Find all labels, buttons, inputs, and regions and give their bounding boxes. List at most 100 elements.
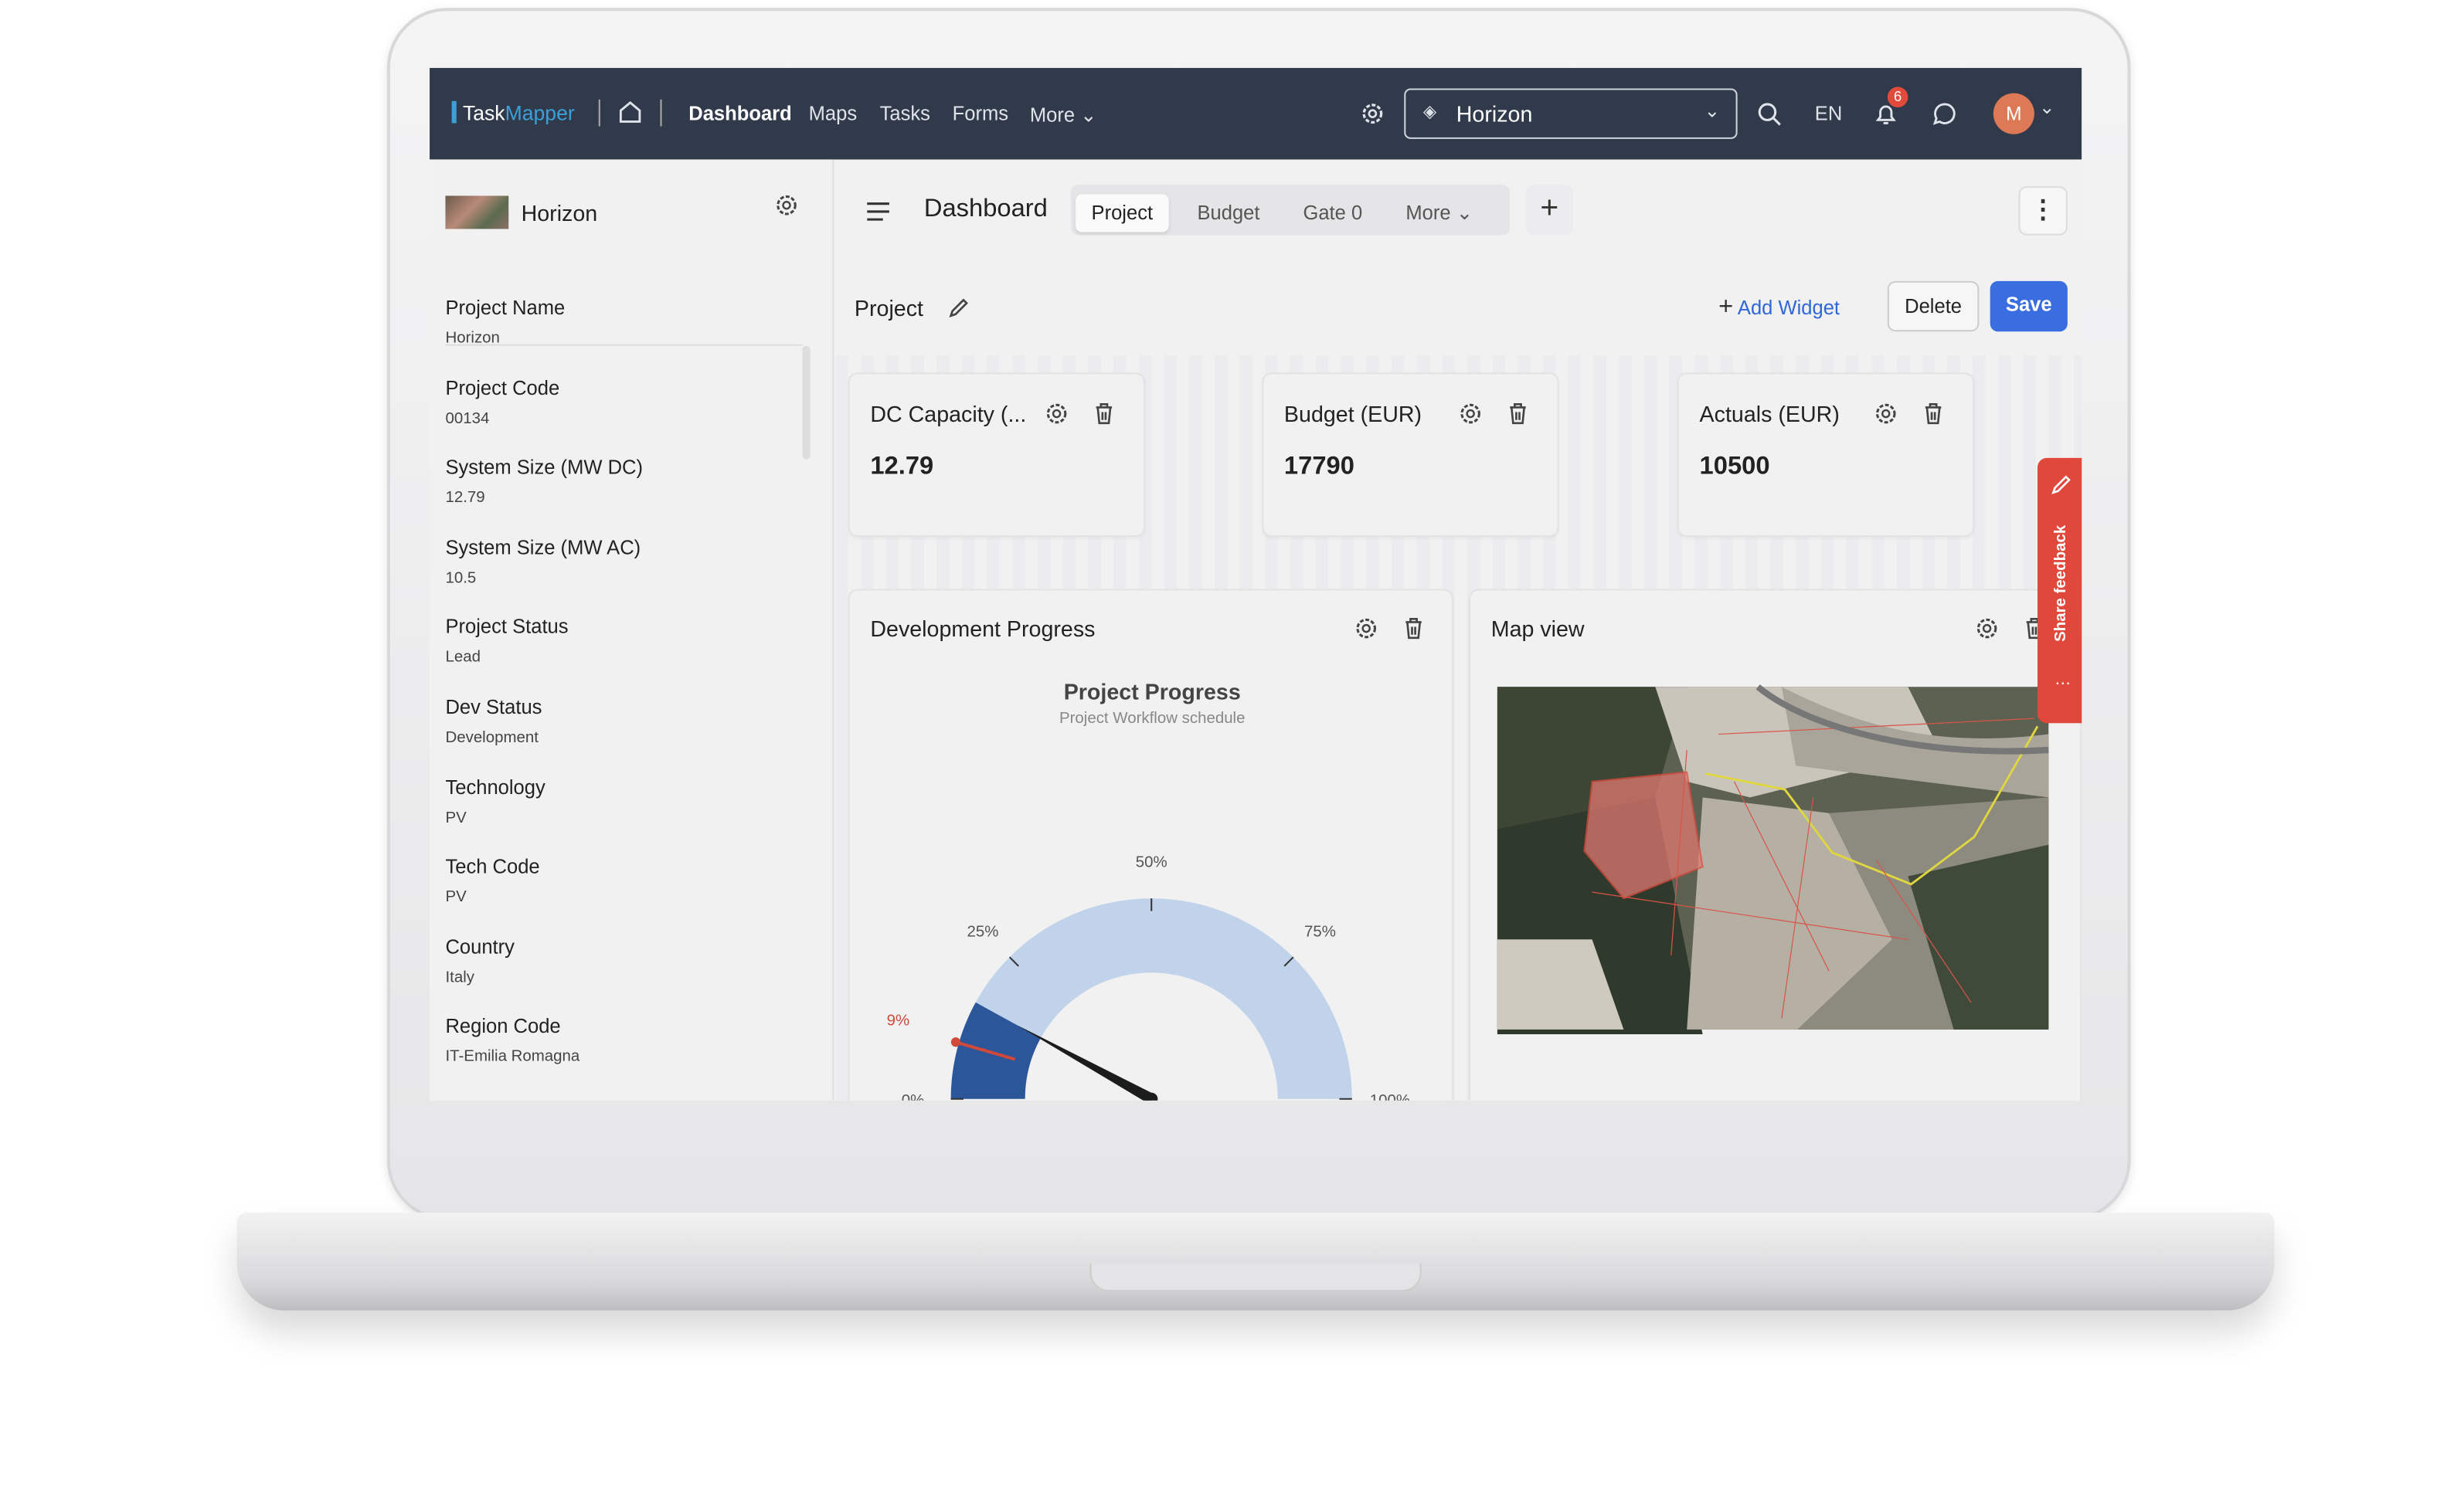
gear-icon[interactable] bbox=[1458, 401, 1483, 426]
pencil-icon bbox=[2051, 475, 2071, 494]
field-value: PV bbox=[445, 889, 467, 907]
dots-icon: ⋯ bbox=[2054, 675, 2071, 694]
dashboard-tabs: Project Budget Gate 0 More ⌄ bbox=[1070, 185, 1511, 236]
development-progress-widget: Development Progress Project Progress Pr… bbox=[848, 589, 1453, 1101]
gauge-tick-label: 50% bbox=[1136, 853, 1167, 870]
field-value: Lead bbox=[445, 649, 481, 667]
project-field: Dev Status Development bbox=[445, 696, 542, 746]
nav-maps[interactable]: Maps bbox=[809, 103, 858, 125]
field-value: Development bbox=[445, 729, 539, 747]
add-widget-button[interactable]: + Add Widget bbox=[1718, 294, 1840, 322]
field-value: 10.5 bbox=[445, 569, 477, 588]
search-icon[interactable] bbox=[1756, 101, 1782, 127]
project-field: Region Code IT-Emilia Romagna bbox=[445, 1016, 579, 1066]
divider bbox=[598, 99, 600, 127]
gear-icon[interactable] bbox=[774, 192, 800, 218]
tab-gate-0[interactable]: Gate 0 bbox=[1287, 194, 1378, 232]
avatar[interactable]: M bbox=[1993, 93, 2034, 134]
project-field: System Size (MW DC) 12.79 bbox=[445, 456, 643, 507]
gear-icon[interactable] bbox=[1044, 401, 1069, 426]
kpi-title: Actuals (EUR) bbox=[1699, 401, 1840, 426]
field-value: IT-Emilia Romagna bbox=[445, 1049, 580, 1067]
project-sidebar: Horizon Project Name Horizon Project Code 0… bbox=[430, 159, 834, 1101]
logo[interactable]: TaskMapper bbox=[463, 101, 575, 125]
trash-icon[interactable] bbox=[1092, 401, 1117, 426]
plus-icon: + bbox=[1718, 294, 1734, 321]
logo-icon bbox=[451, 100, 457, 124]
tab-budget[interactable]: Budget bbox=[1181, 194, 1276, 232]
project-select[interactable]: ◈ Horizon ⌄ bbox=[1404, 88, 1738, 139]
field-label: Dev Status bbox=[445, 696, 542, 719]
app-screen: TaskMapper Dashboard Maps Tasks Forms Mo… bbox=[430, 67, 2082, 1101]
delete-button[interactable]: Delete bbox=[1887, 280, 1980, 332]
field-label: Technology bbox=[445, 775, 545, 799]
nav-more-label: More bbox=[1029, 104, 1076, 127]
sidebar-scrollbar[interactable] bbox=[802, 345, 811, 460]
gear-icon[interactable] bbox=[1360, 101, 1385, 127]
project-field: Technology PV bbox=[445, 776, 545, 826]
target-label: 9% bbox=[887, 1012, 910, 1030]
gauge-tick-label: 0% bbox=[902, 1091, 925, 1101]
laptop-base bbox=[236, 1212, 2275, 1311]
field-label: System Size (MW AC) bbox=[445, 536, 641, 559]
field-label: Project Status bbox=[445, 616, 569, 639]
project-field: Project Code 00134 bbox=[445, 377, 559, 427]
tab-more-label: More bbox=[1405, 202, 1451, 225]
field-value: PV bbox=[445, 809, 467, 827]
progress-gauge: 0%25%50%75%100%9%16% bbox=[887, 853, 1410, 1101]
menu-icon[interactable] bbox=[865, 199, 891, 225]
gear-icon[interactable] bbox=[1873, 401, 1898, 426]
nav-tasks[interactable]: Tasks bbox=[880, 103, 930, 125]
layers-icon: ◈ bbox=[1422, 102, 1437, 122]
project-field: Tech Code PV bbox=[445, 856, 539, 906]
widget-title: Map view bbox=[1490, 616, 1585, 641]
kpi-title: DC Capacity (... bbox=[870, 401, 1027, 426]
field-label: Tech Code bbox=[445, 856, 540, 878]
tab-more[interactable]: More ⌄ bbox=[1390, 194, 1489, 232]
satellite-map[interactable] bbox=[1497, 684, 2049, 1034]
share-feedback-label: Share feedback bbox=[2052, 524, 2070, 642]
nav-forms[interactable]: Forms bbox=[953, 103, 1008, 125]
project-select-value: Horizon bbox=[1456, 100, 1533, 127]
gauge-tick-label: 75% bbox=[1304, 923, 1336, 941]
more-options-button[interactable]: ⋮ bbox=[2018, 186, 2068, 236]
chevron-down-icon: ⌄ bbox=[1704, 99, 1721, 122]
add-tab-button[interactable]: + bbox=[1525, 185, 1574, 236]
nav-dashboard[interactable]: Dashboard bbox=[688, 103, 791, 125]
sidebar-project-name: Horizon bbox=[521, 200, 598, 226]
share-feedback-tab[interactable]: Share feedback ⋯ bbox=[2037, 457, 2082, 724]
section-title: Project bbox=[854, 295, 923, 321]
chat-icon[interactable] bbox=[1932, 101, 1957, 127]
add-widget-label: Add Widget bbox=[1737, 297, 1840, 319]
kpi-value: 12.79 bbox=[870, 453, 934, 480]
gauge-needle bbox=[1017, 1025, 1154, 1101]
project-thumbnail bbox=[445, 195, 509, 229]
save-button[interactable]: Save bbox=[1990, 280, 2068, 332]
trash-icon[interactable] bbox=[1921, 401, 1946, 426]
gauge-track bbox=[975, 898, 1352, 1099]
kpi-title: Budget (EUR) bbox=[1283, 401, 1422, 426]
kpi-value: 17790 bbox=[1283, 453, 1354, 480]
kpi-widget: DC Capacity (... 12.79 bbox=[848, 372, 1146, 538]
language-selector[interactable]: EN bbox=[1815, 103, 1843, 125]
trash-icon[interactable] bbox=[1505, 401, 1531, 426]
gear-icon[interactable] bbox=[1974, 616, 2000, 641]
tab-project[interactable]: Project bbox=[1076, 194, 1169, 232]
gauge-tick-label: 100% bbox=[1370, 1091, 1410, 1101]
field-value: 00134 bbox=[445, 409, 490, 428]
top-nav: TaskMapper Dashboard Maps Tasks Forms Mo… bbox=[430, 67, 2082, 160]
field-value: 12.79 bbox=[445, 490, 485, 507]
kpi-value: 10500 bbox=[1699, 453, 1770, 480]
pencil-icon[interactable] bbox=[948, 297, 970, 319]
map-view-widget: Map view bbox=[1469, 589, 2082, 1101]
gauge-tick-label: 25% bbox=[967, 923, 999, 941]
nav-more[interactable]: More ⌄ bbox=[1030, 103, 1097, 127]
logo-text-accent: Mapper bbox=[505, 100, 575, 125]
divider bbox=[660, 99, 662, 127]
project-field: Project Status Lead bbox=[445, 616, 568, 667]
project-field: Project Name Horizon bbox=[445, 297, 565, 347]
kpi-widget: Budget (EUR) 17790 bbox=[1262, 372, 1559, 538]
home-icon[interactable] bbox=[617, 100, 643, 125]
notification-badge: 6 bbox=[1887, 87, 1908, 108]
chevron-down-icon[interactable]: ⌄ bbox=[2039, 97, 2055, 119]
